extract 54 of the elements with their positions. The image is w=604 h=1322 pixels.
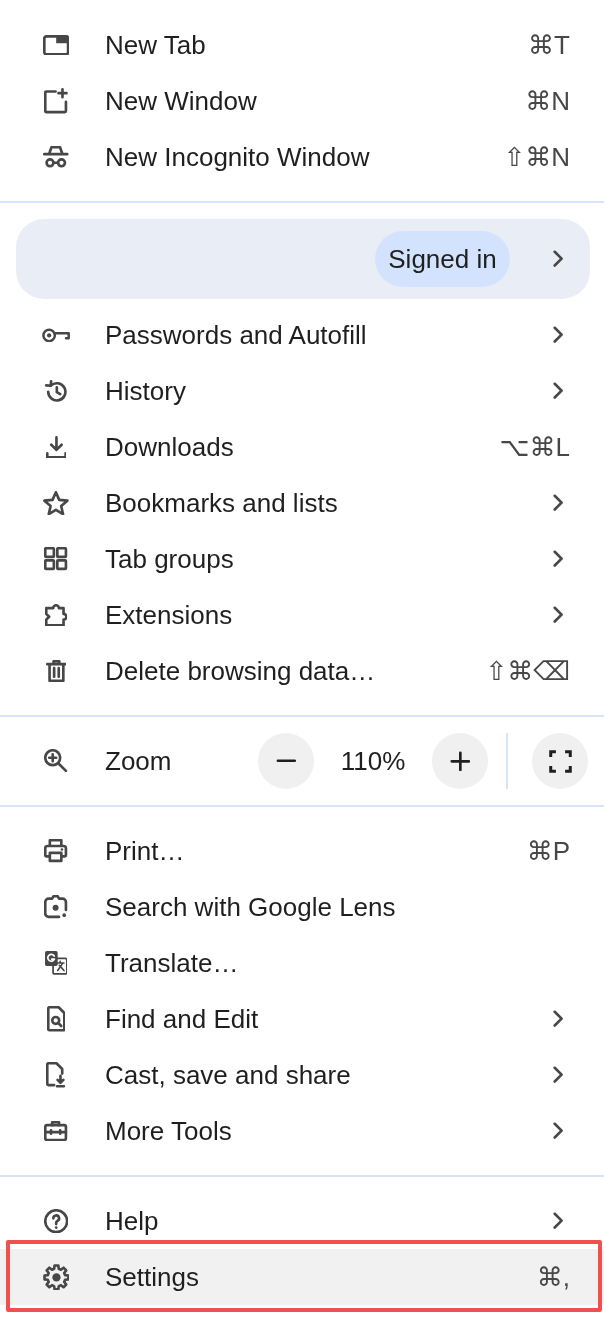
menu-item[interactable]: History bbox=[0, 363, 604, 419]
window-plus-icon bbox=[44, 88, 68, 114]
settings-icon bbox=[42, 1263, 70, 1291]
trash-icon bbox=[45, 659, 67, 683]
window-tab-icon bbox=[42, 34, 70, 56]
shortcut-text: ⌘T bbox=[528, 29, 570, 61]
menu-item[interactable]: Help bbox=[0, 1193, 604, 1249]
menu-item[interactable]: Extensions bbox=[0, 587, 604, 643]
grid-icon bbox=[44, 547, 68, 571]
profile-card[interactable]: Signed in bbox=[16, 219, 590, 299]
menu-item[interactable]: Tab groups bbox=[0, 531, 604, 587]
menu-item[interactable]: Settings ⌘, bbox=[0, 1249, 604, 1305]
shortcut-text: ⌘, bbox=[536, 1261, 570, 1293]
shortcut-text: ⌘N bbox=[525, 85, 570, 117]
menu-item[interactable]: Passwords and Autofill bbox=[0, 307, 604, 363]
menu-item[interactable]: Find and Edit bbox=[0, 991, 604, 1047]
fullscreen-button[interactable] bbox=[532, 733, 588, 789]
hat-glasses-icon bbox=[43, 146, 69, 168]
menu-item[interactable]: Translate… bbox=[0, 935, 604, 991]
key-icon bbox=[42, 327, 70, 343]
fullscreen-icon bbox=[548, 749, 572, 773]
menu-item[interactable]: New Window ⌘N bbox=[0, 73, 604, 129]
puzzle-piece-icon bbox=[44, 603, 68, 627]
menu-item[interactable]: New Incognito Window ⇧⌘N bbox=[0, 129, 604, 185]
star-icon bbox=[43, 490, 69, 516]
clock-arrow-icon bbox=[45, 380, 67, 402]
menu-item[interactable]: Delete browsing data… ⇧⌘⌫ bbox=[0, 643, 604, 699]
chevron-right-icon bbox=[552, 250, 563, 268]
zoom-in-button[interactable] bbox=[432, 733, 488, 789]
translate-icon bbox=[44, 951, 68, 975]
zoom-label: Zoom bbox=[105, 745, 172, 777]
document-search-icon bbox=[46, 1006, 66, 1032]
menu-item[interactable]: New Tab ⌘T bbox=[0, 17, 604, 73]
plus-icon bbox=[449, 750, 471, 772]
help-icon bbox=[43, 1208, 69, 1234]
menu-item[interactable]: Cast, save and share bbox=[0, 1047, 604, 1103]
minus-icon bbox=[275, 759, 297, 763]
document-download-icon bbox=[46, 1062, 66, 1088]
menu-item[interactable]: More Tools bbox=[0, 1103, 604, 1159]
menu-item[interactable]: Print… ⌘P bbox=[0, 823, 604, 879]
download-arrow-icon bbox=[45, 435, 67, 459]
shortcut-text: ⌘P bbox=[526, 835, 570, 867]
shortcut-text: ⇧⌘N bbox=[503, 141, 570, 173]
menu-item[interactable]: Bookmarks and lists bbox=[0, 475, 604, 531]
printer-icon bbox=[44, 839, 68, 863]
shortcut-text: ⇧⌘⌫ bbox=[485, 655, 570, 687]
menu-item[interactable]: Search with Google Lens bbox=[0, 879, 604, 935]
signed-in-chip: Signed in bbox=[375, 231, 510, 287]
toolbox-icon bbox=[44, 1120, 68, 1142]
camera-frame-icon bbox=[44, 895, 68, 919]
menu-item[interactable]: Downloads ⌥⌘L bbox=[0, 419, 604, 475]
zoom-level-text: 110% bbox=[339, 745, 407, 777]
magnifier-plus-icon bbox=[44, 749, 68, 773]
shortcut-text: ⌥⌘L bbox=[499, 431, 570, 463]
